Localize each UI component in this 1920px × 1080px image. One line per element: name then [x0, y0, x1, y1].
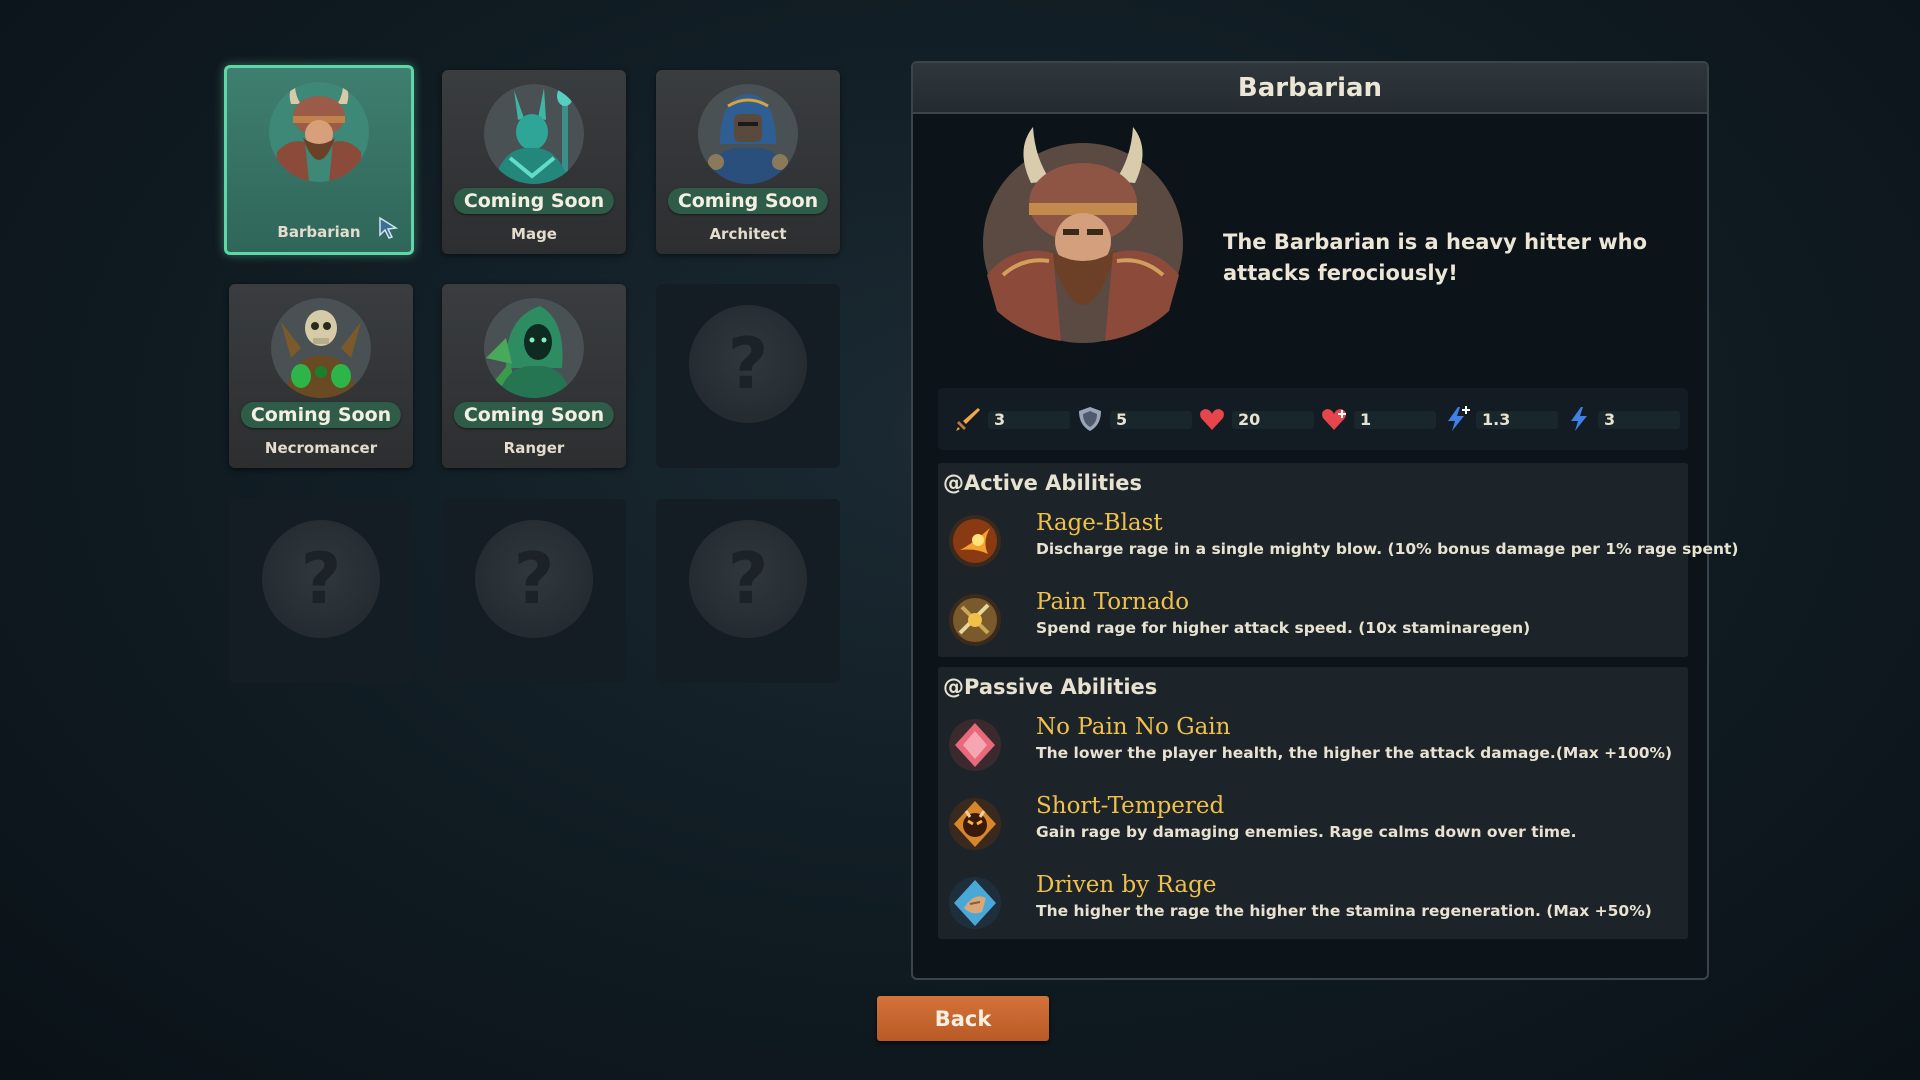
section-title: @Passive Abilities [943, 675, 1158, 699]
locked-class-slot: ? [442, 499, 626, 683]
rage-blast-icon [948, 514, 1002, 568]
section-title: @Active Abilities [943, 471, 1143, 495]
class-grid: Barbarian Coming Soon Mage Coming Soon A… [224, 65, 847, 684]
stat-armor: 5 [1076, 407, 1198, 431]
heart-regen-icon [1322, 409, 1346, 430]
cursor-icon [379, 216, 399, 239]
class-name: Ranger [503, 439, 565, 457]
architect-portrait [698, 84, 798, 184]
shield-icon [1079, 407, 1101, 431]
ability-rage-blast[interactable]: Rage-Blast Discharge rage in a single mi… [948, 510, 1739, 570]
class-detail-panel: Barbarian The Barbarian is a heavy hitte… [911, 61, 1739, 980]
heart-icon [1200, 409, 1224, 430]
stat-stamina-regen: 1.3 [1442, 406, 1564, 431]
coming-soon-badge: Coming Soon [453, 188, 615, 214]
stat-value: 1 [1360, 409, 1372, 429]
class-name: Necromancer [264, 439, 378, 457]
ability-name: Pain Tornado [1036, 589, 1190, 615]
active-abilities-section: @Active Abilities Rage-Blast Discharge r… [938, 463, 1739, 657]
stat-value: 3 [1604, 409, 1616, 429]
coming-soon-badge: Coming Soon [667, 188, 829, 214]
class-card-ranger[interactable]: Coming Soon Ranger [442, 284, 626, 468]
question-mark-icon: ? [689, 305, 807, 423]
necromancer-portrait [271, 298, 371, 398]
class-description: The Barbarian is a heavy hitter who atta… [1223, 230, 1648, 285]
driven-by-rage-icon [948, 876, 1002, 930]
barbarian-portrait [269, 82, 369, 182]
mage-portrait [484, 84, 584, 184]
stat-value: 20 [1238, 409, 1261, 429]
lightning-icon [1571, 407, 1587, 431]
stat-stamina: 3 [1564, 407, 1686, 431]
question-mark-icon: ? [689, 520, 807, 638]
stat-value: 1.3 [1482, 409, 1511, 429]
locked-class-slot: ? [229, 499, 413, 683]
class-card-necromancer[interactable]: Coming Soon Necromancer [229, 284, 413, 468]
ability-short-tempered[interactable]: Short-Tempered Gain rage by damaging ene… [948, 793, 1678, 853]
panel-title: Barbarian [913, 63, 1707, 114]
question-mark-icon: ? [475, 520, 593, 638]
class-card-mage[interactable]: Coming Soon Mage [442, 70, 626, 254]
ability-pain-tornado[interactable]: Pain Tornado Spend rage for higher attac… [948, 589, 1678, 649]
stat-value: 5 [1116, 409, 1128, 429]
ability-description: Gain rage by damaging enemies. Rage calm… [1036, 823, 1577, 841]
question-mark-icon: ? [262, 520, 380, 638]
class-card-architect[interactable]: Coming Soon Architect [656, 70, 840, 254]
locked-class-slot: ? [656, 499, 840, 683]
stats-bar: 3 5 20 1 1.3 3 [938, 388, 1688, 450]
locked-class-slot: ? [656, 284, 840, 468]
class-name: Architect [709, 225, 787, 243]
ability-description: The lower the player health, the higher … [1036, 744, 1673, 762]
short-tempered-icon [948, 797, 1002, 851]
ability-description: The higher the rage the higher the stami… [1036, 902, 1652, 920]
back-button[interactable]: Back [877, 996, 1049, 1041]
ability-name: Short-Tempered [1036, 793, 1225, 819]
ability-driven-by-rage[interactable]: Driven by Rage The higher the rage the h… [948, 872, 1678, 932]
pain-tornado-icon [948, 593, 1002, 647]
class-name: Mage [511, 225, 557, 243]
stat-health: 20 [1198, 407, 1320, 431]
coming-soon-badge: Coming Soon [240, 402, 402, 428]
ability-name: Rage-Blast [1036, 510, 1163, 536]
passive-abilities-section: @Passive Abilities No Pain No Gain The l… [938, 667, 1688, 939]
stat-value: 3 [994, 409, 1006, 429]
no-pain-no-gain-icon [948, 718, 1002, 772]
barbarian-hero-portrait [983, 127, 1183, 343]
coming-soon-badge: Coming Soon [453, 402, 615, 428]
class-card-barbarian[interactable]: Barbarian [224, 65, 414, 255]
stat-attack: 3 [954, 407, 1076, 431]
ability-description: Discharge rage in a single mighty blow. … [1036, 540, 1739, 558]
ability-no-pain-no-gain[interactable]: No Pain No Gain The lower the player hea… [948, 714, 1678, 774]
sword-icon [956, 408, 980, 431]
ability-name: Driven by Rage [1036, 872, 1217, 898]
ability-name: No Pain No Gain [1036, 714, 1231, 740]
ability-description: Spend rage for higher attack speed. (10x… [1036, 619, 1531, 637]
stamina-regen-icon [1448, 406, 1470, 431]
ranger-portrait [484, 298, 584, 398]
stat-health-regen: 1 [1320, 407, 1442, 431]
